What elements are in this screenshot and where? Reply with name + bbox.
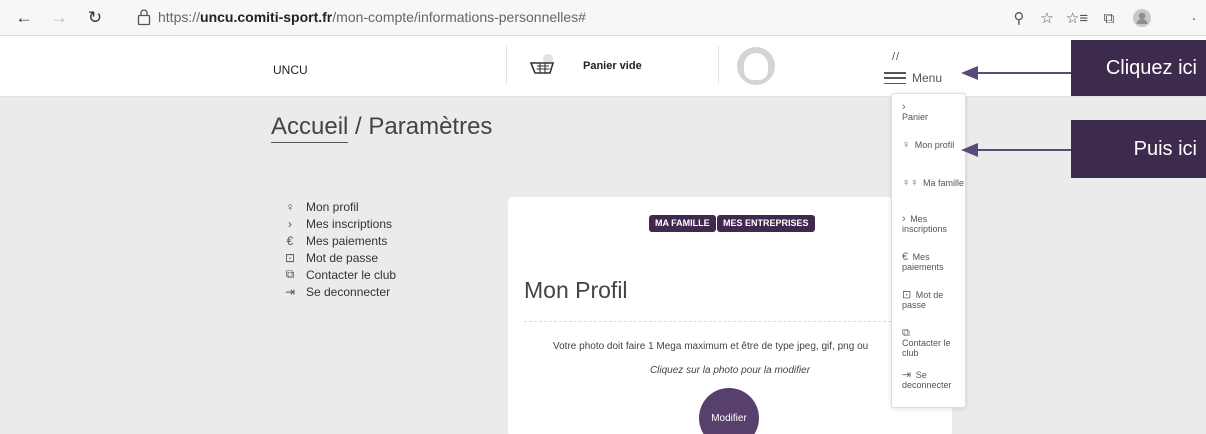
side-menu-item-password[interactable]: ⊡ Mot de passe bbox=[282, 249, 396, 266]
lock-icon: ⊡ bbox=[902, 289, 912, 301]
lock-icon bbox=[137, 9, 151, 26]
dropdown-item-mon-profil[interactable]: ♀ Mon profil bbox=[902, 139, 966, 151]
contact-icon: ⧉ bbox=[285, 267, 295, 281]
header-divider bbox=[718, 46, 719, 84]
header-slashes: // bbox=[892, 51, 901, 63]
cart-icon[interactable] bbox=[529, 52, 557, 78]
side-menu-label: Mot de passe bbox=[306, 250, 379, 265]
lock-icon: ⊡ bbox=[284, 250, 296, 265]
forward-icon[interactable]: → bbox=[46, 5, 72, 31]
breadcrumb-home-link[interactable]: Accueil bbox=[271, 113, 349, 143]
photo-hint-text: Cliquez sur la photo pour la modifier bbox=[649, 365, 811, 376]
callout-cliquez-ici: Cliquez ici bbox=[1071, 40, 1206, 96]
side-menu-label: Se deconnecter bbox=[306, 284, 391, 299]
menu-dropdown: › Panier ♀ Mon profil ♀♀ Ma famille › Mes… bbox=[891, 93, 966, 408]
back-icon[interactable]: ← bbox=[11, 5, 37, 31]
side-menu-label: Mes paiements bbox=[306, 233, 388, 248]
url-path: /mon-compte/informations-personnelles# bbox=[332, 9, 586, 25]
family-icon: ♀♀ bbox=[902, 177, 919, 189]
dropdown-label: Mon profil bbox=[914, 140, 955, 150]
photo-requirements-text: Votre photo doit faire 1 Mega maximum et… bbox=[553, 341, 869, 352]
dropdown-label: Mes paiements bbox=[902, 252, 944, 272]
dropdown-item-panier[interactable]: › Panier bbox=[902, 101, 966, 123]
side-menu-label: Mes inscriptions bbox=[306, 216, 393, 231]
contact-icon: ⧉ bbox=[902, 327, 910, 339]
breadcrumb-separator: / bbox=[348, 113, 369, 140]
side-menu-label: Contacter le club bbox=[306, 267, 397, 282]
dropdown-item-se-deconnecter[interactable]: ⇥ Se deconnecter bbox=[902, 369, 966, 391]
address-bar[interactable]: https://uncu.comiti-sport.fr/mon-compte/… bbox=[158, 9, 586, 25]
euro-icon: € bbox=[286, 233, 294, 248]
side-menu: ♀ Mon profil › Mes inscriptions € Mes paiem… bbox=[282, 198, 396, 300]
annotation-arrow bbox=[976, 72, 1072, 74]
euro-icon: € bbox=[902, 251, 909, 263]
favorite-star-icon[interactable]: ☆ bbox=[1036, 7, 1058, 29]
browser-toolbar: ← → ↻ https://uncu.comiti-sport.fr/mon-c… bbox=[0, 0, 1206, 36]
side-menu-item-profile[interactable]: ♀ Mon profil bbox=[282, 198, 396, 215]
tab-ma-famille[interactable]: MA FAMILLE bbox=[649, 215, 716, 232]
dropdown-label: Ma famille bbox=[923, 178, 965, 188]
chevron-right-icon: › bbox=[902, 213, 906, 225]
user-icon: ♀ bbox=[902, 139, 911, 151]
side-menu-item-inscriptions[interactable]: › Mes inscriptions bbox=[282, 215, 396, 232]
tab-mes-entreprises[interactable]: MES ENTREPRISES bbox=[717, 215, 815, 232]
breadcrumb: Accueil / Paramètres bbox=[271, 113, 493, 143]
favorites-list-icon[interactable]: ☆≡ bbox=[1066, 7, 1088, 29]
side-menu-item-payments[interactable]: € Mes paiements bbox=[282, 232, 396, 249]
collections-icon[interactable]: ⧉ bbox=[1098, 7, 1120, 29]
callout-text: Puis ici bbox=[1133, 138, 1197, 160]
side-menu-label: Mon profil bbox=[306, 199, 359, 214]
card-title: Mon Profil bbox=[524, 277, 628, 303]
profile-avatar-icon[interactable] bbox=[1131, 7, 1153, 29]
chevron-right-icon: › bbox=[288, 216, 292, 231]
menu-button[interactable]: Menu bbox=[884, 69, 942, 87]
user-icon: ♀ bbox=[285, 199, 295, 214]
zoom-icon[interactable]: ⚲ bbox=[1008, 7, 1030, 29]
dropdown-item-ma-famille[interactable]: ♀♀ Ma famille bbox=[902, 177, 966, 189]
chevron-right-icon: › bbox=[902, 101, 906, 113]
side-menu-item-contact[interactable]: ⧉ Contacter le club bbox=[282, 266, 396, 283]
annotation-arrow bbox=[976, 149, 1072, 151]
more-icon[interactable]: · bbox=[1188, 7, 1200, 29]
site-header: UNCU Panier vide // Menu bbox=[0, 36, 1206, 97]
dropdown-label: Panier bbox=[902, 112, 929, 122]
profile-card: MA FAMILLE MES ENTREPRISES Mon Profil Vo… bbox=[508, 197, 952, 434]
menu-label: Menu bbox=[912, 71, 943, 85]
dropdown-label: Mes inscriptions bbox=[902, 214, 948, 234]
dropdown-item-contacter-le-club[interactable]: ⧉ Contacter le club bbox=[902, 327, 966, 359]
profile-photo-button[interactable]: Modifier bbox=[699, 388, 759, 434]
user-avatar[interactable] bbox=[737, 47, 775, 85]
header-divider bbox=[506, 46, 507, 84]
callout-puis-ici: Puis ici bbox=[1071, 120, 1206, 178]
url-domain: uncu.comiti-sport.fr bbox=[200, 9, 333, 25]
dropdown-item-mes-inscriptions[interactable]: › Mes inscriptions bbox=[902, 213, 966, 235]
card-divider bbox=[524, 321, 936, 322]
refresh-icon[interactable]: ↻ bbox=[82, 5, 108, 31]
dropdown-item-mot-de-passe[interactable]: ⊡ Mot de passe bbox=[902, 289, 966, 311]
avatar-silhouette-icon bbox=[744, 52, 768, 80]
breadcrumb-current: Paramètres bbox=[368, 113, 493, 140]
logout-icon: ⇥ bbox=[902, 369, 912, 381]
brand-name[interactable]: UNCU bbox=[273, 63, 308, 77]
cart-label[interactable]: Panier vide bbox=[583, 60, 642, 72]
side-menu-item-logout[interactable]: ⇥ Se deconnecter bbox=[282, 283, 396, 300]
dropdown-label: Contacter le club bbox=[902, 338, 951, 358]
logout-icon: ⇥ bbox=[284, 284, 296, 299]
callout-text: Cliquez ici bbox=[1105, 57, 1197, 79]
dropdown-item-mes-paiements[interactable]: € Mes paiements bbox=[902, 251, 966, 273]
hamburger-icon bbox=[884, 72, 906, 84]
url-protocol: https:// bbox=[158, 9, 201, 25]
